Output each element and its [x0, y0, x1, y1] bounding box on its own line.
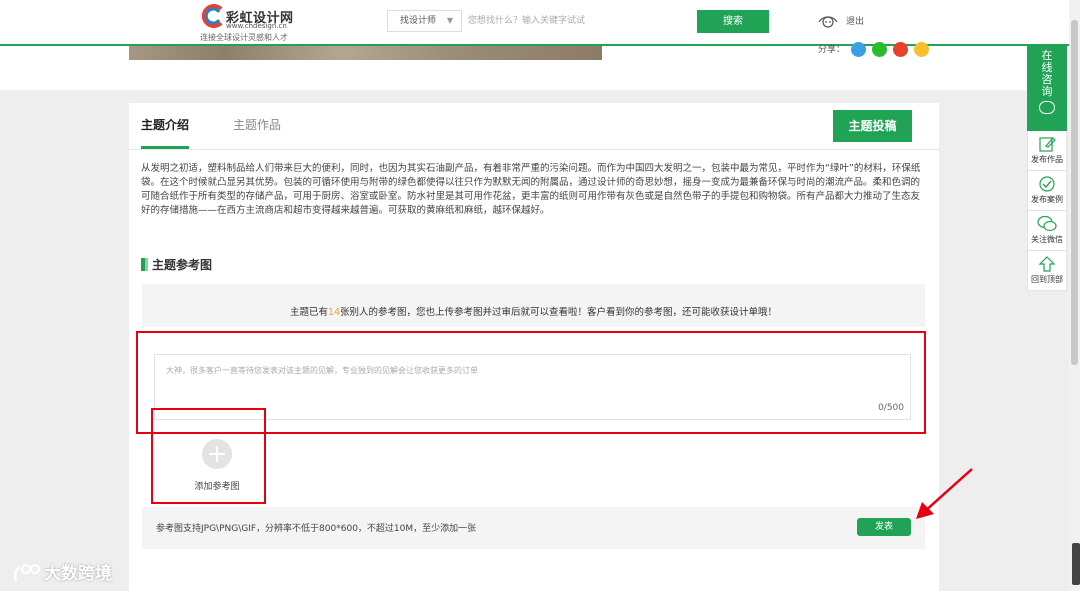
search-placeholder: 您想找什么？输入关键字试试	[468, 16, 586, 26]
notice-suffix: 张别人的参考图，您也上传参考图并过审后就可以查看啦！客户看到你的参考图，还可能收…	[340, 307, 778, 318]
side-handle[interactable]	[1072, 543, 1080, 585]
logout-link[interactable]: 退出	[818, 14, 864, 29]
search-button[interactable]: 搜索	[697, 10, 769, 33]
publish-case-label: 发布案例	[1031, 195, 1063, 204]
site-header: 彩虹设计网 www.chdesign.cn 连接全球设计灵感和人才 找设计师 ▼…	[0, 0, 1080, 46]
annotation-highlight-add-image	[151, 408, 266, 504]
banner-strip: 分享：	[0, 42, 1080, 90]
publish-work-label: 发布作品	[1031, 155, 1063, 164]
logout-label: 退出	[846, 17, 865, 27]
banner-image	[129, 46, 602, 60]
weibo-share-icon[interactable]	[892, 42, 908, 57]
share-label: 分享：	[818, 45, 846, 55]
watermark: 大数跨境	[12, 559, 112, 585]
share-bar: 分享：	[818, 42, 929, 57]
reference-count: 14	[327, 307, 341, 318]
publish-work-button[interactable]: 发布作品	[1027, 131, 1067, 171]
back-to-top-button[interactable]: 回到顶部	[1027, 251, 1067, 291]
qzone-share-icon[interactable]	[850, 42, 866, 57]
user-icon	[818, 15, 838, 28]
chat-bubble-icon	[1039, 101, 1055, 114]
chevron-down-icon: ▼	[446, 16, 453, 25]
scrollbar-thumb[interactable]	[1071, 20, 1078, 365]
follow-wechat-button[interactable]: 关注微信	[1027, 211, 1067, 251]
back-to-top-icon	[1038, 256, 1056, 272]
logo-slogan: 连接全球设计灵感和人才	[200, 33, 288, 42]
follow-wechat-label: 关注微信	[1031, 235, 1063, 244]
online-consult-button[interactable]: 在线咨询	[1027, 44, 1067, 131]
reference-section-title: 主题参考图	[141, 256, 212, 273]
site-logo[interactable]: 彩虹设计网 www.chdesign.cn 连接全球设计灵感和人才	[198, 2, 308, 42]
notice-prefix: 主题已有	[289, 307, 328, 318]
search-input[interactable]: 您想找什么？输入关键字试试	[462, 10, 696, 32]
reference-notice: 主题已有14张别人的参考图，您也上传参考图并过审后就可以查看啦！客户看到你的参考…	[142, 304, 925, 318]
rainbow-logo-icon	[201, 4, 223, 28]
search-type-select[interactable]: 找设计师 ▼	[387, 10, 462, 32]
publish-button[interactable]: 发表	[857, 518, 911, 536]
back-to-top-label: 回到顶部	[1031, 275, 1063, 284]
logo-url: www.chdesign.cn	[226, 22, 287, 30]
watermark-logo-icon	[13, 564, 40, 582]
tabs-divider	[129, 149, 939, 150]
search-type-value: 找设计师	[400, 16, 437, 26]
wechat-icon	[1037, 215, 1057, 232]
page-scrollbar[interactable]	[1069, 0, 1080, 591]
watermark-text: 大数跨境	[44, 564, 112, 584]
section-marker-light	[145, 258, 148, 271]
tab-topic-works[interactable]: 主题作品	[233, 117, 281, 133]
right-float-bar: 在线咨询 发布作品 发布案例 关注微信 回到顶部	[1027, 44, 1067, 291]
wechat-share-icon[interactable]	[871, 42, 887, 57]
topic-intro-text: 从发明之初适，塑料制品给人们带来巨大的便利，同时，也因为其实石油副产品，有着非常…	[141, 163, 921, 216]
publish-case-button[interactable]: 发布案例	[1027, 171, 1067, 211]
favorite-share-icon[interactable]	[913, 42, 929, 57]
upload-requirements-tip: 参考图支持JPG\PNG\GIF，分辨率不低于800*600，不超过10M，至少…	[156, 524, 477, 534]
online-consult-label: 在线咨询	[1041, 49, 1053, 98]
edit-icon	[1039, 137, 1056, 152]
section-title-text: 主题参考图	[152, 258, 213, 272]
tab-topic-intro[interactable]: 主题介绍	[141, 117, 189, 133]
publish-case-icon	[1039, 176, 1055, 192]
annotation-arrow-icon	[916, 468, 973, 519]
submit-topic-button[interactable]: 主题投稿	[833, 110, 912, 142]
